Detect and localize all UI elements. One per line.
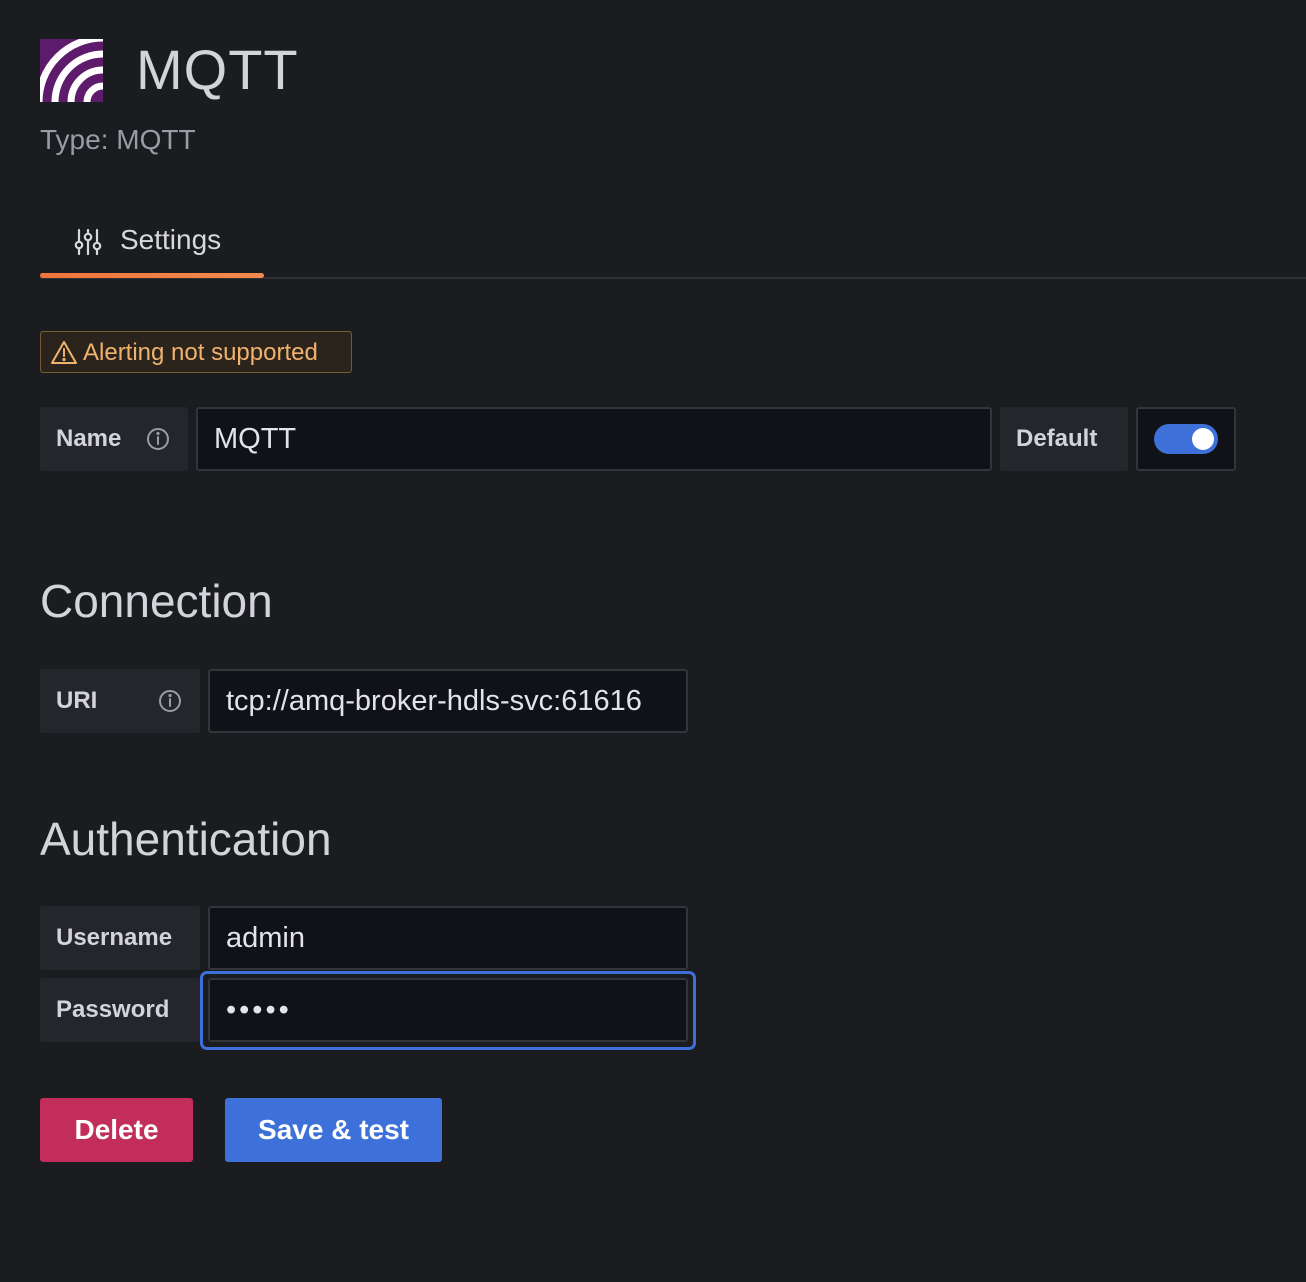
tab-settings[interactable]: Settings bbox=[40, 212, 264, 278]
name-input[interactable]: MQTT bbox=[196, 407, 992, 471]
uri-input[interactable]: tcp://amq-broker-hdls-svc:61616 bbox=[208, 669, 688, 733]
default-label: Default bbox=[1000, 407, 1128, 471]
uri-input-value: tcp://amq-broker-hdls-svc:61616 bbox=[226, 684, 642, 717]
name-label: Name bbox=[40, 407, 188, 471]
password-input[interactable]: ••••• bbox=[208, 978, 688, 1042]
password-label-text: Password bbox=[56, 996, 170, 1023]
mqtt-logo-icon bbox=[40, 39, 103, 102]
sliders-icon bbox=[74, 228, 102, 256]
password-input-value: ••••• bbox=[226, 993, 292, 1026]
uri-label-text: URI bbox=[56, 687, 98, 714]
default-toggle[interactable] bbox=[1154, 424, 1218, 454]
connection-heading: Connection bbox=[40, 575, 273, 627]
toggle-knob bbox=[1192, 428, 1214, 450]
alerting-not-supported-badge: Alerting not supported bbox=[40, 331, 352, 373]
page-title: MQTT bbox=[136, 38, 299, 101]
datasource-type: Type: MQTT bbox=[40, 124, 196, 155]
authentication-heading: Authentication bbox=[40, 813, 332, 865]
datasource-settings-page: MQTT Type: MQTT Settings Alerting not su… bbox=[0, 0, 1306, 1282]
default-label-text: Default bbox=[1016, 425, 1098, 452]
name-input-value: MQTT bbox=[214, 422, 297, 455]
uri-label: URI bbox=[40, 669, 200, 733]
username-label: Username bbox=[40, 906, 200, 970]
save-and-test-button[interactable]: Save & test bbox=[225, 1098, 442, 1162]
active-tab-indicator bbox=[40, 273, 264, 278]
password-label: Password bbox=[40, 978, 200, 1042]
delete-button[interactable]: Delete bbox=[40, 1098, 193, 1162]
tab-settings-label: Settings bbox=[120, 224, 222, 255]
warning-triangle-icon bbox=[51, 340, 77, 366]
default-toggle-container bbox=[1136, 407, 1236, 471]
info-icon[interactable] bbox=[157, 688, 183, 714]
username-label-text: Username bbox=[56, 924, 173, 951]
badge-text: Alerting not supported bbox=[83, 339, 318, 366]
name-label-text: Name bbox=[56, 425, 122, 452]
info-icon[interactable] bbox=[145, 426, 171, 452]
username-input[interactable]: admin bbox=[208, 906, 688, 970]
username-input-value: admin bbox=[226, 921, 305, 954]
